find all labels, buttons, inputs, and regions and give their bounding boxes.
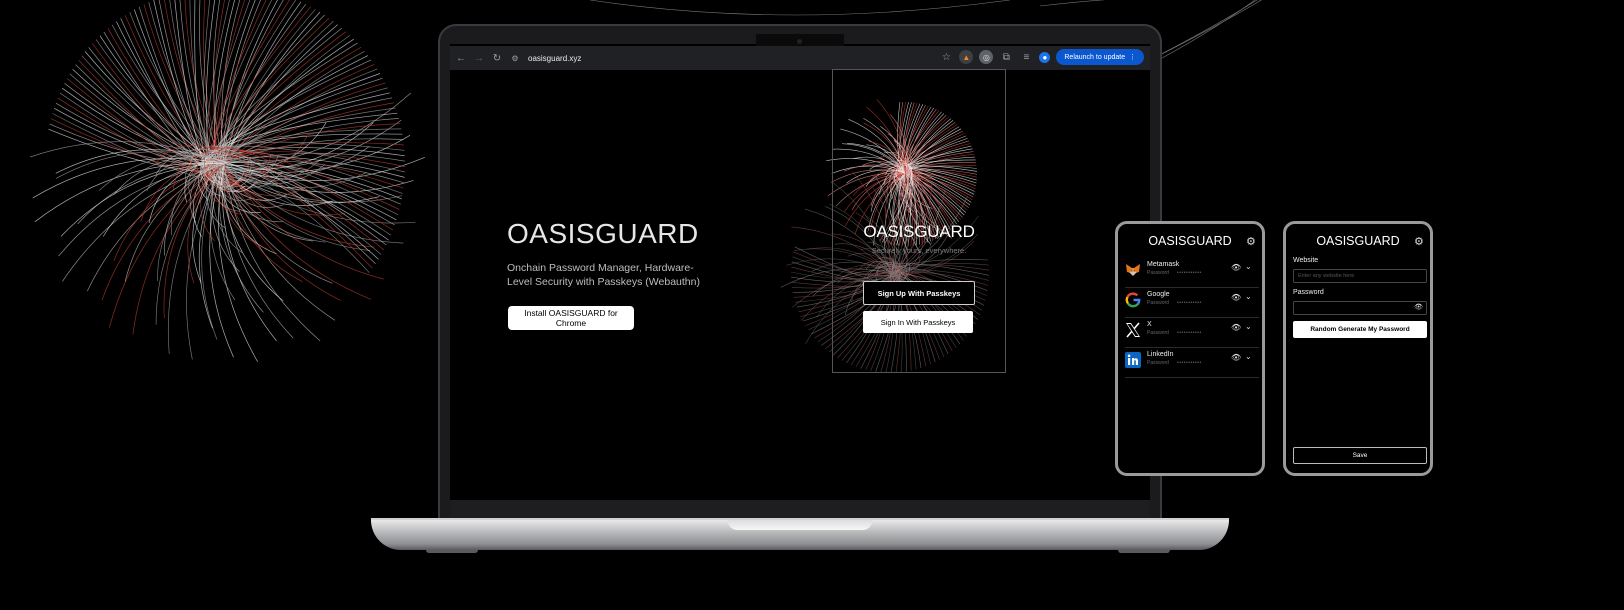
laptop-foot-left bbox=[426, 550, 478, 553]
puzzle-icon[interactable]: ⧉ bbox=[999, 52, 1013, 63]
forward-arrow-icon[interactable]: → bbox=[472, 53, 486, 64]
screen-bottom-bezel bbox=[450, 500, 1150, 520]
x-logo-icon bbox=[1126, 322, 1140, 338]
swirl-line bbox=[129, 12, 404, 244]
swirl-line bbox=[212, 0, 297, 253]
bookmark-star-icon[interactable]: ☆ bbox=[939, 52, 953, 63]
hero-subtitle: Onchain Password Manager, Hardware-Level… bbox=[507, 262, 700, 288]
relaunch-to-update-button[interactable]: Relaunch to update ⋮ bbox=[1056, 49, 1144, 65]
password-label: Password bbox=[1293, 289, 1324, 296]
popup-tagline: Securely yours, everywhere. bbox=[871, 246, 967, 255]
chevron-down-icon[interactable]: ⌄ bbox=[1245, 352, 1252, 361]
reading-list-icon[interactable]: ≡ bbox=[1019, 52, 1033, 63]
chevron-down-icon[interactable]: ⌄ bbox=[1245, 292, 1252, 301]
eye-icon[interactable]: 👁 bbox=[1231, 263, 1241, 272]
metamask-extension-icon[interactable]: ▲ bbox=[959, 50, 974, 64]
kebab-menu-icon: ⋮ bbox=[1127, 54, 1136, 61]
list-item-x[interactable]: X Password ••••••••••• 👁 ⌄ bbox=[1125, 319, 1259, 348]
hero-title: OASISGUARD bbox=[507, 218, 699, 249]
eye-icon[interactable]: 👁 bbox=[1231, 353, 1241, 362]
entry-password-mask: ••••••••••• bbox=[1177, 270, 1202, 276]
chevron-down-icon[interactable]: ⌄ bbox=[1245, 322, 1252, 331]
save-button[interactable]: Save bbox=[1293, 447, 1427, 464]
entry-name: Google bbox=[1147, 291, 1170, 298]
phone-form-title: OASISGUARD bbox=[1316, 234, 1400, 248]
install-extension-button[interactable]: Install OASISGUARD for Chrome bbox=[508, 306, 634, 330]
entry-name: LinkedIn bbox=[1147, 351, 1174, 358]
site-settings-icon[interactable]: ⚙ bbox=[508, 54, 522, 63]
address-bar[interactable]: oasisguard.xyz bbox=[528, 54, 581, 63]
swirl-line bbox=[113, 155, 395, 226]
laptop-foot-right bbox=[1118, 550, 1170, 553]
gear-icon[interactable]: ⚙ bbox=[1414, 235, 1424, 248]
entry-password-mask: ••••••••••• bbox=[1177, 360, 1202, 366]
entry-name: X bbox=[1147, 321, 1152, 328]
back-arrow-icon[interactable]: ← bbox=[454, 53, 468, 64]
entry-password-label: Password bbox=[1147, 330, 1169, 336]
website-input[interactable]: Enter any website here bbox=[1293, 269, 1427, 283]
entry-password-label: Password bbox=[1147, 360, 1169, 366]
website-label: Website bbox=[1293, 257, 1319, 264]
entry-password-label: Password bbox=[1147, 300, 1169, 306]
relaunch-label: Relaunch to update bbox=[1064, 54, 1126, 61]
random-generate-password-button[interactable]: Random Generate My Password bbox=[1293, 321, 1427, 338]
reload-icon[interactable]: ↻ bbox=[490, 53, 504, 64]
sign-up-passkeys-button[interactable]: Sign Up With Passkeys bbox=[863, 281, 975, 305]
entry-password-mask: ••••••••••• bbox=[1177, 300, 1202, 306]
entry-password-label: Password bbox=[1147, 270, 1169, 276]
browser-toolbar: ← → ↻ ⚙ oasisguard.xyz ☆ ▲ ◎ ⧉ ≡ ● Relau… bbox=[450, 46, 1150, 70]
list-item-linkedin[interactable]: LinkedIn Password ••••••••••• 👁 ⌄ bbox=[1125, 349, 1259, 378]
list-item-metamask[interactable]: Metamask Password ••••••••••• 👁 ⌄ bbox=[1125, 259, 1259, 288]
password-input[interactable]: 👁 bbox=[1293, 301, 1427, 315]
sign-in-passkeys-button[interactable]: Sign In With Passkeys bbox=[863, 311, 973, 333]
list-item-google[interactable]: Google Password ••••••••••• 👁 ⌄ bbox=[1125, 289, 1259, 318]
swirl-line bbox=[186, 35, 351, 360]
chevron-down-icon[interactable]: ⌄ bbox=[1245, 262, 1252, 271]
eye-icon[interactable]: 👁 bbox=[1231, 293, 1241, 302]
google-g-icon bbox=[1125, 292, 1141, 308]
entry-name: Metamask bbox=[1147, 261, 1180, 268]
entry-password-mask: ••••••••••• bbox=[1177, 330, 1202, 336]
profile-avatar-icon[interactable]: ● bbox=[1039, 51, 1051, 63]
popup-title: OASISGUARD bbox=[863, 222, 975, 241]
eye-icon[interactable]: 👁 bbox=[1231, 323, 1241, 332]
metamask-fox-icon bbox=[1126, 264, 1140, 276]
linkedin-icon bbox=[1125, 352, 1141, 368]
phone-list-title: OASISGUARD bbox=[1148, 234, 1232, 248]
eye-icon[interactable]: 👁 bbox=[1414, 303, 1423, 311]
extension-icon[interactable]: ◎ bbox=[979, 50, 994, 64]
laptop-opening-groove bbox=[728, 520, 872, 530]
gear-icon[interactable]: ⚙ bbox=[1246, 235, 1256, 248]
